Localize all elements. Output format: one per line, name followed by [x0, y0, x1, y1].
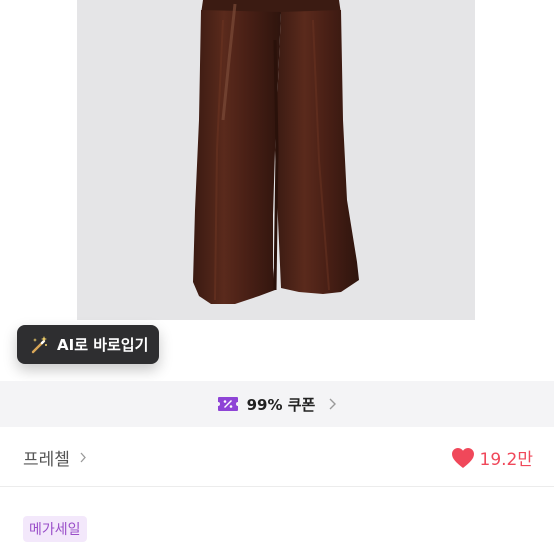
seller-name: 프레첼 — [23, 450, 70, 470]
pants-illustration — [193, 0, 359, 304]
seller-link[interactable]: 프레첼 — [23, 445, 87, 470]
like-button[interactable]: 19.2만 — [451, 445, 534, 470]
coupon-ticket-icon — [217, 396, 239, 412]
seller-row: 프레첼 19.2만 — [0, 427, 554, 487]
coupon-banner[interactable]: 99% 쿠폰 — [0, 381, 554, 427]
like-count: 19.2만 — [479, 450, 534, 470]
ai-try-on-button[interactable]: AI로 바로입기 — [17, 325, 159, 364]
magic-wand-sparkle-icon — [29, 335, 49, 355]
product-image-area[interactable]: AI로 바로입기 — [0, 0, 554, 381]
ai-try-on-label: AI로 바로입기 — [57, 336, 149, 354]
mega-sale-badge: 메가세일 — [23, 516, 87, 542]
heart-icon — [451, 447, 475, 469]
coupon-label: 99% 쿠폰 — [246, 395, 316, 414]
chevron-right-icon — [79, 451, 87, 464]
product-photo[interactable] — [77, 0, 475, 320]
chevron-right-icon — [327, 397, 337, 411]
